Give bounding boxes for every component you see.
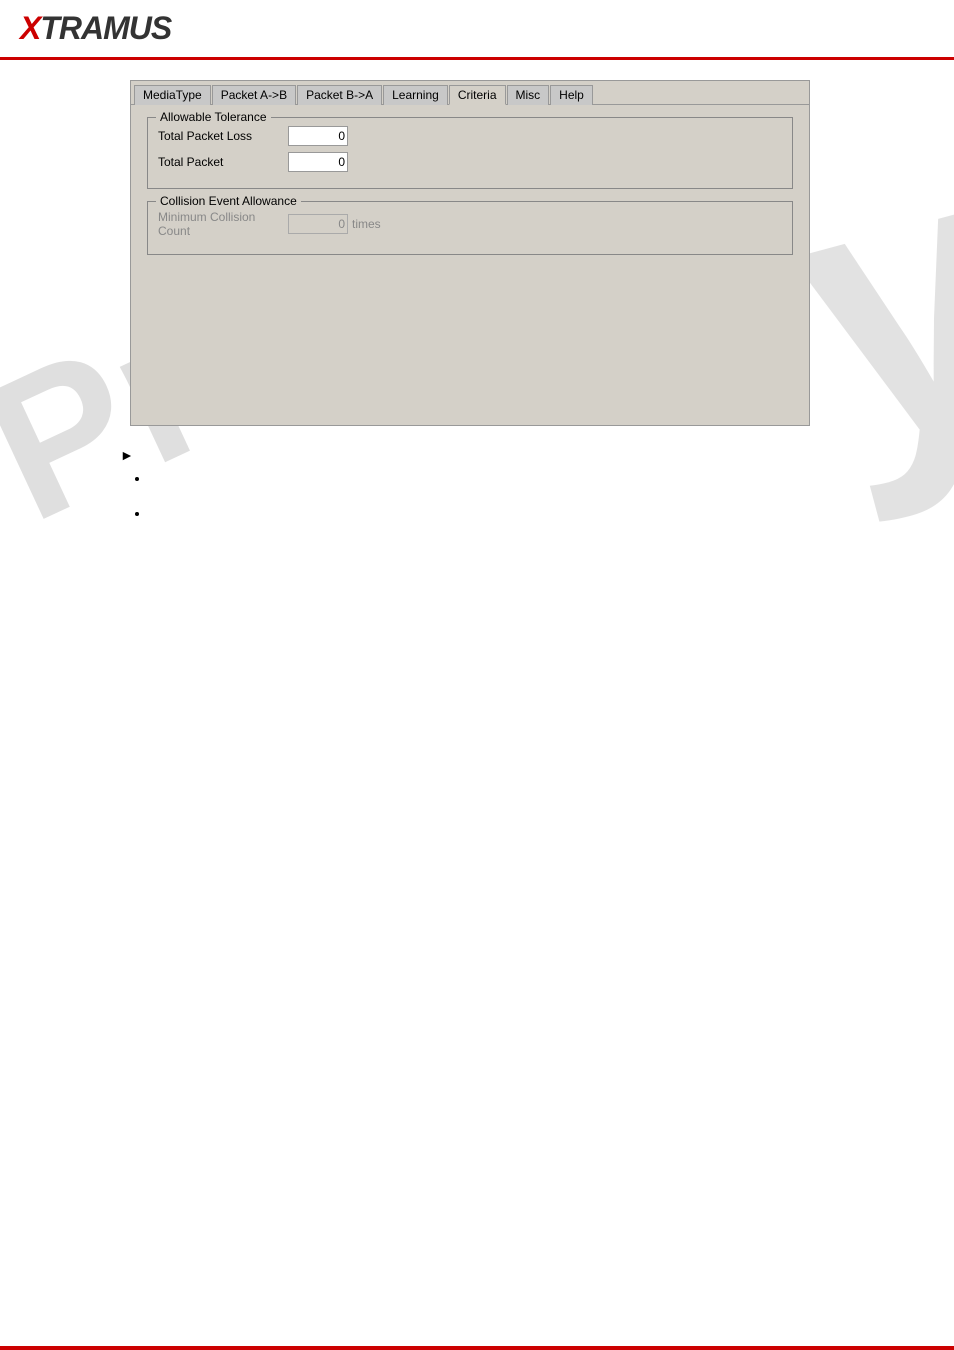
total-packet-loss-row: Total Packet Loss: [158, 126, 782, 146]
logo-x: X: [20, 10, 40, 46]
allowable-tolerance-group: Allowable Tolerance Total Packet Loss To…: [147, 117, 793, 189]
bullet-item-1: [150, 471, 894, 486]
total-packet-label: Total Packet: [158, 155, 288, 169]
allowable-tolerance-legend: Allowable Tolerance: [156, 110, 271, 124]
bullet-list: [120, 471, 894, 521]
logo-tramus: TRAMUS: [40, 10, 171, 46]
collision-event-legend: Collision Event Allowance: [156, 194, 301, 208]
footer-bar: [0, 1346, 954, 1350]
main-content: MediaType Packet A->B Packet B->A Learni…: [0, 60, 954, 571]
tab-criteria[interactable]: Criteria: [449, 85, 506, 105]
minimum-collision-row: Minimum Collision Count times: [158, 210, 782, 238]
tab-panel: MediaType Packet A->B Packet B->A Learni…: [130, 80, 810, 426]
total-packet-loss-label: Total Packet Loss: [158, 129, 288, 143]
collision-event-group: Collision Event Allowance Minimum Collis…: [147, 201, 793, 255]
total-packet-row: Total Packet: [158, 152, 782, 172]
tab-learning[interactable]: Learning: [383, 85, 448, 105]
tab-mediatype[interactable]: MediaType: [134, 85, 211, 105]
minimum-collision-label: Minimum Collision Count: [158, 210, 288, 238]
times-suffix: times: [352, 217, 381, 231]
minimum-collision-input: [288, 214, 348, 234]
header: XTRAMUS: [0, 0, 954, 60]
arrow-right-icon: ►: [120, 447, 134, 463]
tab-packet-ab[interactable]: Packet A->B: [212, 85, 296, 105]
tab-bar: MediaType Packet A->B Packet B->A Learni…: [131, 81, 809, 105]
logo: XTRAMUS: [20, 10, 171, 47]
bullet-item-2: [150, 506, 894, 521]
tab-misc[interactable]: Misc: [507, 85, 550, 105]
total-packet-input[interactable]: [288, 152, 348, 172]
tab-help[interactable]: Help: [550, 85, 593, 105]
notes-section: ►: [30, 436, 924, 551]
total-packet-loss-input[interactable]: [288, 126, 348, 146]
arrow-item: ►: [120, 446, 894, 463]
criteria-tab-content: Allowable Tolerance Total Packet Loss To…: [131, 105, 809, 425]
tab-packet-ba[interactable]: Packet B->A: [297, 85, 382, 105]
